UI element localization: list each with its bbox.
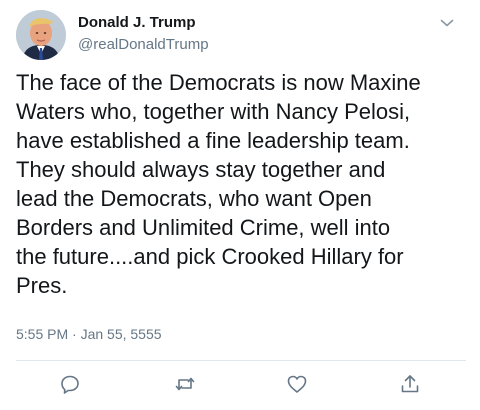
reply-icon[interactable]: [58, 372, 82, 396]
timestamp[interactable]: 5:55 PM · Jan 55, 5555: [16, 326, 162, 342]
tweet-text: The face of the Democrats is now Maxine …: [16, 70, 421, 298]
chevron-down-icon[interactable]: [438, 14, 456, 32]
tweet-card: Donald J. Trump @realDonaldTrump The fac…: [0, 0, 480, 410]
user-handle[interactable]: @realDonaldTrump: [78, 36, 209, 53]
avatar[interactable]: [16, 10, 66, 60]
heart-icon[interactable]: [285, 372, 309, 396]
display-name[interactable]: Donald J. Trump: [78, 14, 196, 31]
retweet-icon[interactable]: [173, 372, 197, 396]
divider: [16, 360, 466, 361]
share-icon[interactable]: [398, 372, 422, 396]
